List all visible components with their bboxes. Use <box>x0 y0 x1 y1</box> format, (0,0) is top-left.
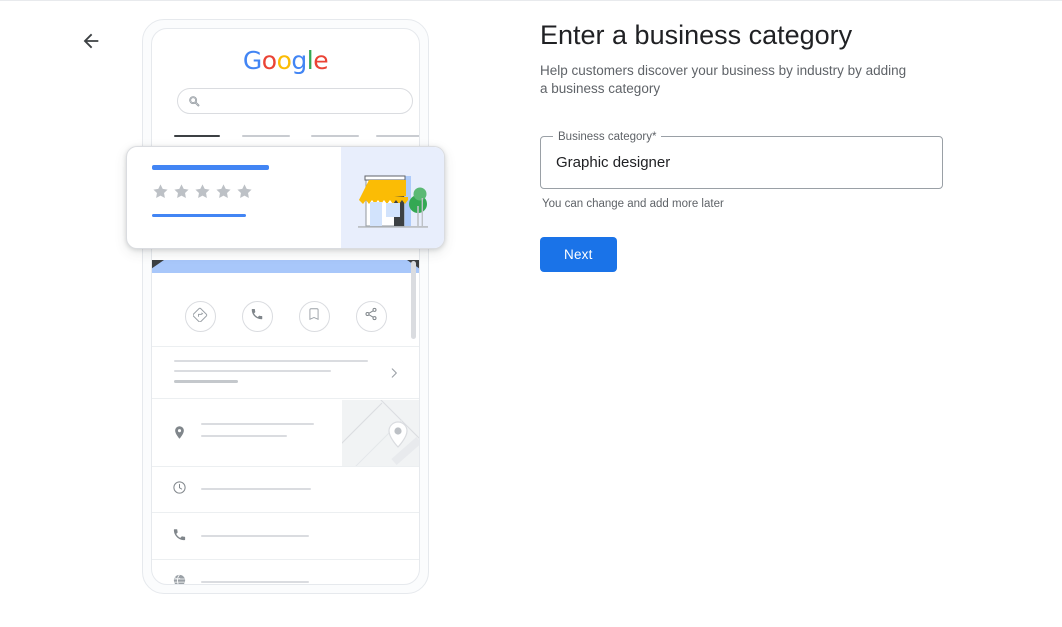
hours-row[interactable] <box>152 467 419 513</box>
scrollbar-thumb[interactable] <box>411 261 416 339</box>
page-subtitle: Help customers discover your business by… <box>540 63 907 96</box>
tab-maps[interactable] <box>242 135 290 137</box>
placeholder-line <box>201 581 309 584</box>
business-category-field[interactable]: Business category* <box>540 130 943 189</box>
search-input[interactable] <box>177 88 413 114</box>
website-row[interactable] <box>152 560 419 584</box>
bookmark-icon <box>307 307 321 326</box>
chevron-right-icon <box>387 366 401 385</box>
business-category-placeholder <box>152 213 246 217</box>
star-icon <box>174 183 189 198</box>
business-card-details <box>127 147 341 248</box>
placeholder-line <box>201 535 309 538</box>
phone-row[interactable] <box>152 514 419 560</box>
tab-images[interactable] <box>311 135 359 137</box>
call-button[interactable] <box>241 301 273 332</box>
phone-icon <box>172 527 187 547</box>
placeholder-line <box>174 380 238 384</box>
phone-icon <box>250 307 264 326</box>
action-button-row <box>152 301 419 332</box>
address-row[interactable] <box>152 400 419 467</box>
share-icon <box>364 307 378 326</box>
tab-news[interactable] <box>376 135 419 137</box>
placeholder-line <box>201 423 314 426</box>
placeholder-line <box>201 488 311 491</box>
google-logo: Google <box>242 46 329 75</box>
business-category-label: Business category* <box>553 130 662 144</box>
placeholder-line <box>201 435 287 438</box>
page-root: Google Enter a business category Help cu… <box>0 0 1062 627</box>
highlight-fold-left <box>152 260 164 269</box>
star-icon <box>153 183 168 198</box>
rating-stars <box>152 183 341 200</box>
directions-icon <box>192 307 208 327</box>
star-icon <box>237 183 252 198</box>
share-button[interactable] <box>355 301 387 332</box>
globe-icon <box>172 573 187 584</box>
map-thumbnail[interactable] <box>342 400 419 467</box>
description-row[interactable] <box>152 352 419 399</box>
star-icon <box>216 183 231 198</box>
business-name-placeholder <box>152 165 269 170</box>
address-placeholder-lines <box>201 423 314 447</box>
header-divider <box>0 0 1062 1</box>
phone-screen: Google <box>151 28 420 585</box>
save-button[interactable] <box>298 301 330 332</box>
highlight-strip <box>152 260 419 273</box>
highlighted-business-card[interactable] <box>126 146 445 249</box>
helper-text: You can change and add more later <box>542 198 724 210</box>
storefront-illustration <box>341 147 444 248</box>
placeholder-line <box>174 370 331 373</box>
back-button[interactable] <box>76 26 106 56</box>
star-icon <box>195 183 210 198</box>
location-pin-icon <box>172 425 187 445</box>
business-category-field-wrap: Business category* You can change and ad… <box>540 130 943 210</box>
placeholder-line <box>174 360 368 363</box>
page-title: Enter a business category <box>540 20 853 50</box>
content-panel: Enter a business category Help customers… <box>540 18 1010 272</box>
search-icon <box>188 95 201 108</box>
tab-all[interactable] <box>174 135 220 138</box>
arrow-left-icon <box>80 30 102 52</box>
business-category-input[interactable] <box>556 154 927 171</box>
clock-icon <box>172 480 187 500</box>
next-button[interactable]: Next <box>540 237 617 272</box>
actions-divider <box>152 346 419 347</box>
directions-button[interactable] <box>184 301 216 332</box>
phone-mockup: Google <box>142 19 429 594</box>
